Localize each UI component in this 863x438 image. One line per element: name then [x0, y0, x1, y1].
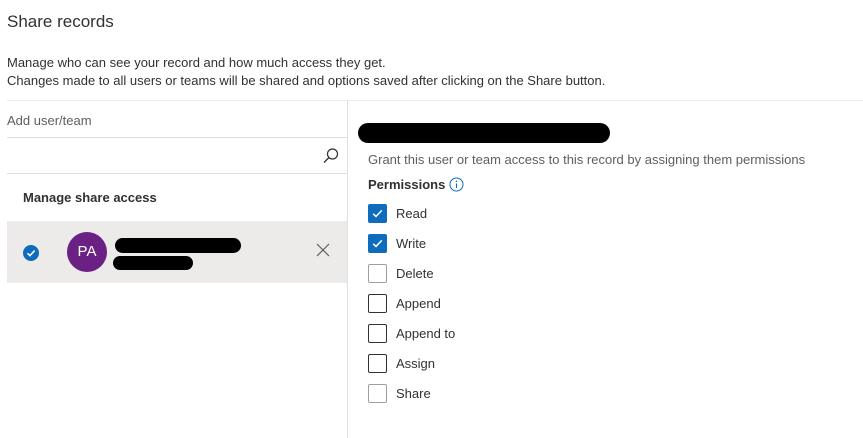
share-label: Share	[396, 385, 431, 401]
permission-assign[interactable]: Assign	[368, 353, 435, 373]
permission-share[interactable]: Share	[368, 383, 431, 403]
permission-append-to[interactable]: Append to	[368, 323, 455, 343]
append-to-label: Append to	[396, 325, 456, 341]
permission-delete[interactable]: Delete	[368, 263, 434, 283]
selected-checkmark-icon[interactable]	[23, 245, 39, 261]
shared-user-row[interactable]: PA	[7, 221, 347, 283]
delete-label: Delete	[396, 265, 434, 281]
left-panel: Add user/team Manage share access PA	[7, 101, 347, 438]
search-icon[interactable]	[322, 147, 340, 165]
redacted-selected-name	[358, 123, 610, 143]
permission-read[interactable]: Read	[368, 203, 427, 223]
description-line-1: Manage who can see your record and how m…	[7, 55, 386, 70]
dialog-description: Manage who can see your record and how m…	[7, 54, 605, 90]
description-line-2: Changes made to all users or teams will …	[7, 73, 606, 88]
permission-write[interactable]: Write	[368, 233, 426, 253]
append-checkbox[interactable]	[368, 293, 387, 313]
close-icon[interactable]	[314, 241, 332, 259]
append-to-checkbox[interactable]	[368, 323, 387, 343]
read-checkbox[interactable]	[368, 203, 387, 223]
add-user-team-label: Add user/team	[7, 113, 92, 128]
assign-checkbox[interactable]	[368, 353, 387, 373]
right-panel: Grant this user or team access to this r…	[348, 101, 863, 438]
share-checkbox[interactable]	[368, 383, 387, 403]
avatar: PA	[67, 232, 107, 272]
search-input[interactable]	[7, 138, 307, 173]
info-icon[interactable]	[449, 177, 464, 192]
write-label: Write	[396, 235, 427, 251]
permissions-heading: Permissions	[368, 177, 446, 192]
search-row	[7, 137, 347, 174]
read-label: Read	[396, 205, 428, 221]
redacted-user-name	[115, 238, 241, 253]
permission-append[interactable]: Append	[368, 293, 441, 313]
write-checkbox[interactable]	[368, 233, 387, 253]
redacted-user-detail	[113, 256, 193, 270]
append-label: Append	[396, 295, 441, 311]
grant-access-text: Grant this user or team access to this r…	[368, 152, 806, 167]
dialog-title: Share records	[7, 12, 114, 31]
delete-checkbox[interactable]	[368, 263, 387, 283]
manage-share-access-heading: Manage share access	[23, 190, 157, 205]
assign-label: Assign	[396, 355, 436, 371]
